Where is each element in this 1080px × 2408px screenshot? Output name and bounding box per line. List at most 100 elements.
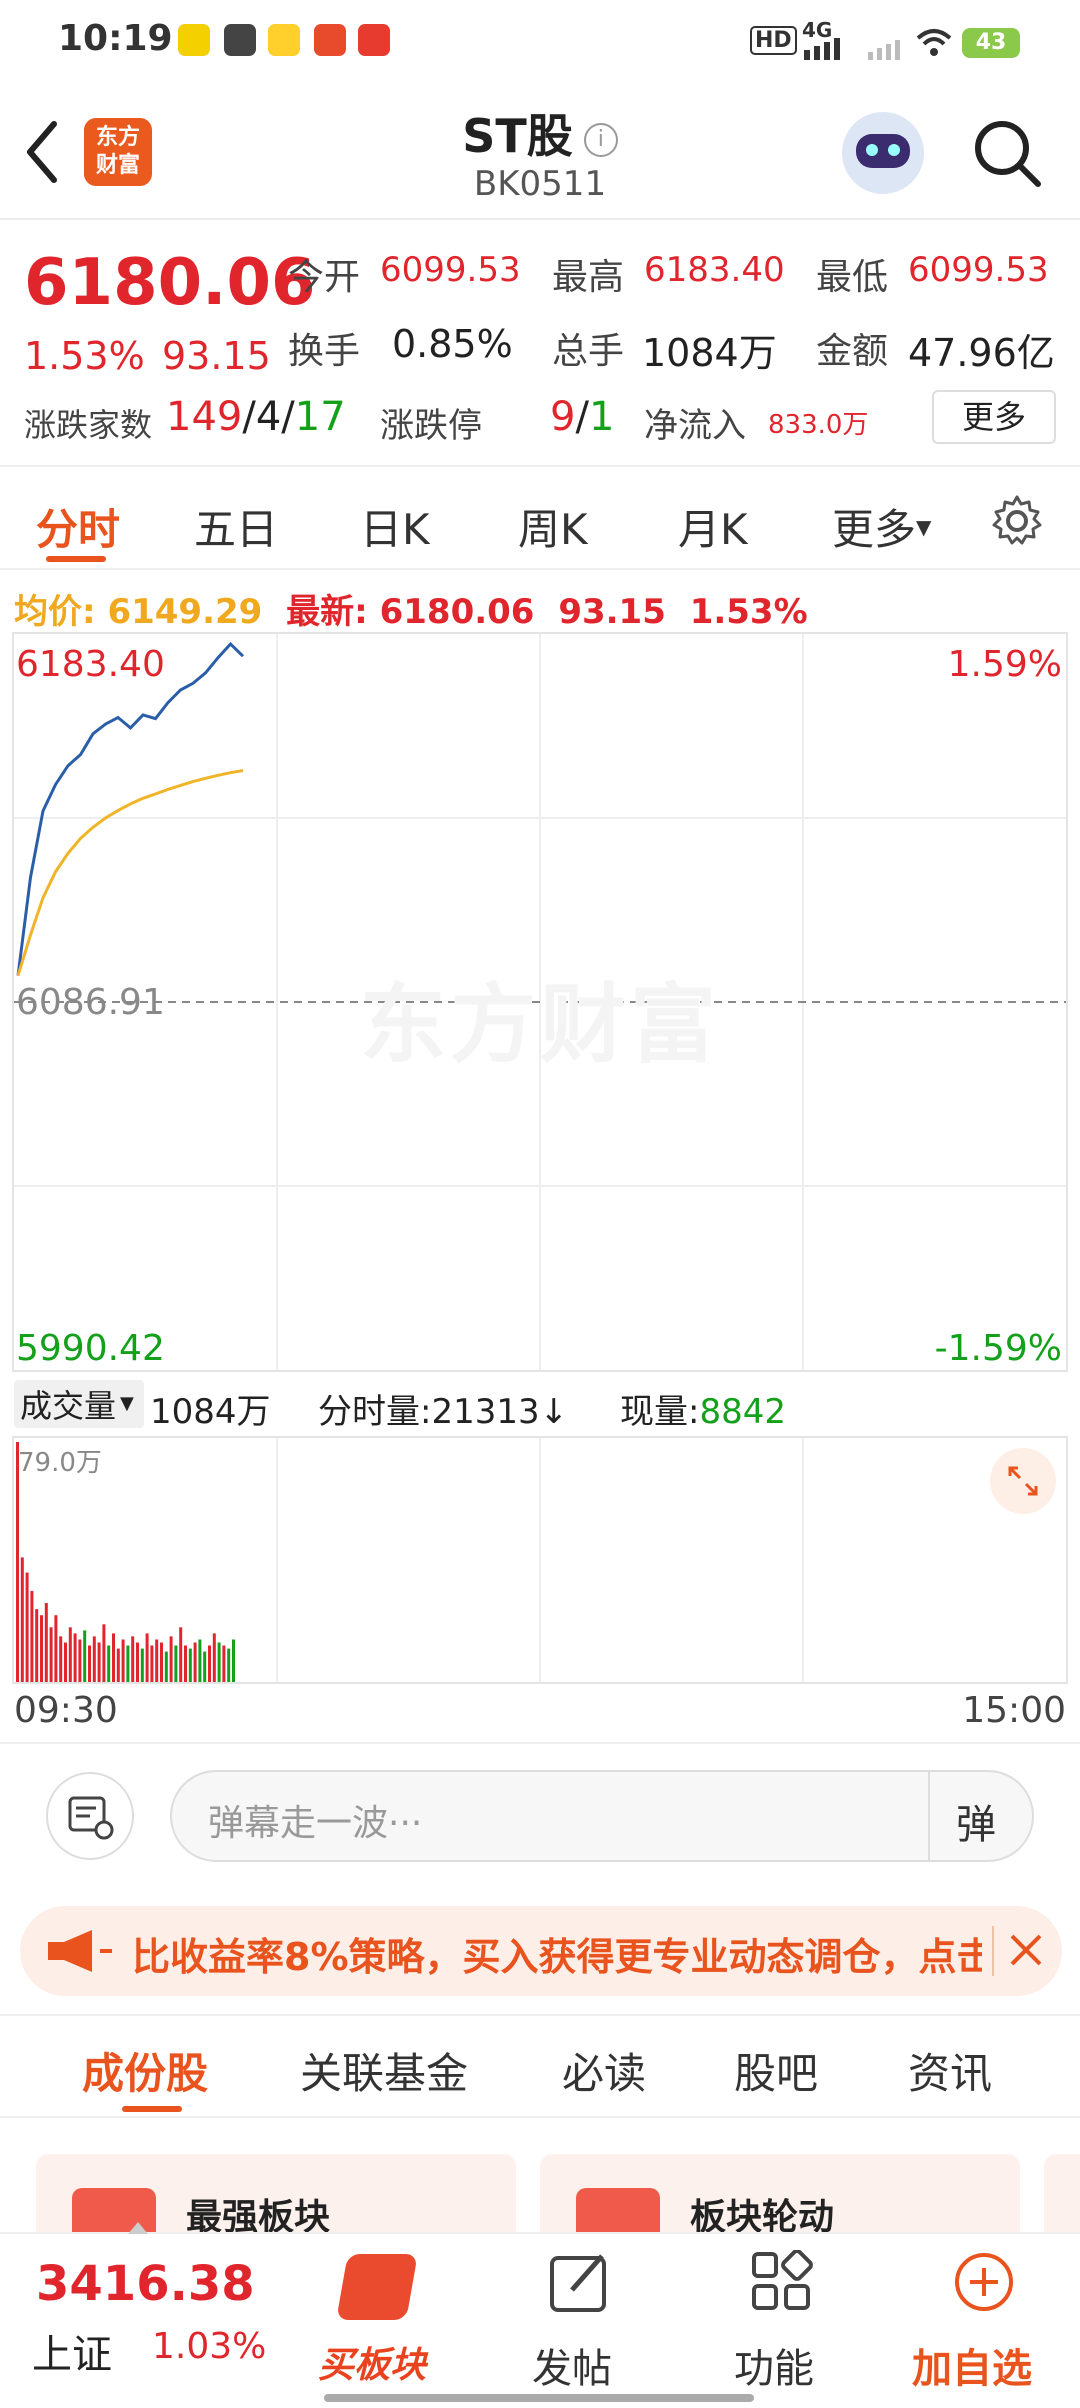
volume-bar [155, 1639, 159, 1682]
watermark: 东方财富 [360, 975, 720, 1075]
tab-news[interactable]: 资讯 [908, 2040, 992, 2101]
post-button[interactable]: 发帖 [530, 2244, 630, 2394]
app-icon [314, 24, 346, 56]
home-indicator [324, 2394, 754, 2402]
app-icon [358, 24, 390, 56]
divider [992, 1926, 994, 1976]
dropdown-icon: ▼ [916, 515, 932, 539]
latest-value: 6180.06 [379, 592, 535, 632]
tab-intraday[interactable]: 分时 [36, 496, 120, 557]
robot-assistant-icon[interactable] [842, 112, 924, 194]
breadth-sep: / [242, 394, 256, 440]
post-label: 发帖 [532, 2346, 612, 2392]
add-watchlist-label: 加自选 [912, 2346, 1032, 2392]
info-icon[interactable]: i [583, 123, 618, 157]
limit-down: 1 [588, 394, 615, 440]
volume-selector[interactable]: 成交量 ▼ [14, 1380, 144, 1428]
promo-banner[interactable]: 比收益率8%策略，买入获得更专业动态调仓，点击 [20, 1906, 1062, 1996]
tab-five-day[interactable]: 五日 [194, 496, 278, 557]
volume-bar [112, 1633, 115, 1682]
functions-label: 功能 [734, 2346, 814, 2392]
volume-bar [102, 1624, 106, 1682]
close-icon[interactable] [1006, 1930, 1046, 1970]
tab-more[interactable]: 更多▼ [832, 496, 931, 557]
volume-chart[interactable]: 79.0万 [12, 1436, 1068, 1684]
volume-bar [217, 1642, 221, 1682]
tab-related-funds[interactable]: 关联基金 [300, 2040, 468, 2101]
volume-bar [232, 1639, 235, 1682]
x-axis-end: 15:00 [962, 1690, 1066, 1731]
inflow-value: 833.0万 [768, 410, 869, 440]
current-volume-value: 8842 [699, 1392, 786, 1432]
settings-gear-icon[interactable] [990, 494, 1044, 548]
volume-total: 1084万 [150, 1392, 271, 1432]
volume-bar [44, 1603, 48, 1682]
volume-bar [59, 1636, 63, 1682]
tab-must-read[interactable]: 必读 [562, 2040, 646, 2101]
tab-day-k[interactable]: 日K [360, 496, 430, 557]
volume-bar [83, 1630, 87, 1682]
banner-text: 比收益率8%策略，买入获得更专业动态调仓，点击 [132, 1935, 982, 1979]
wifi-icon [916, 29, 952, 56]
tick-volume-label: 分时量: [318, 1392, 432, 1432]
volume-bar [160, 1642, 163, 1682]
signal-icon [804, 38, 840, 60]
plus-circle-icon [955, 2253, 1013, 2311]
buy-sector-button[interactable]: 买板块 [318, 2244, 436, 2394]
bottom-nav: 3416.38 上证 1.03% 买板块 发帖 功能 加自选 [0, 2222, 1080, 2408]
dropdown-icon: ▼ [120, 1393, 134, 1414]
divider [928, 1772, 930, 1860]
volume-bar [193, 1642, 197, 1682]
app-icon [224, 24, 256, 56]
index-name[interactable]: 上证 [32, 2322, 112, 2380]
signal-icon-2 [868, 40, 900, 60]
expand-button[interactable] [990, 1448, 1056, 1514]
breadth-sep: / [281, 394, 295, 440]
functions-button[interactable]: 功能 [730, 2244, 830, 2394]
limit-up: 9 [550, 394, 576, 440]
low-label: 最低 [816, 257, 889, 298]
up-arrow-icon [128, 2222, 148, 2234]
danmu-input[interactable]: 弹幕走一波··· 弹 [170, 1770, 1034, 1862]
volume-bar [49, 1627, 53, 1682]
current-volume-label: 现量: [620, 1392, 700, 1432]
index-pct[interactable]: 1.03% [152, 2326, 266, 2367]
volume-bar [92, 1636, 96, 1682]
volume-bar [179, 1627, 183, 1682]
tab-stock-forum[interactable]: 股吧 [734, 2040, 818, 2101]
turnover-label: 换手 [288, 331, 361, 372]
active-tab-indicator [46, 556, 106, 562]
volume-bar [88, 1645, 91, 1682]
volume-bar [78, 1639, 82, 1682]
volume-selector-label: 成交量 [20, 1387, 117, 1425]
intraday-chart[interactable]: 东方财富 6183.40 6086.91 5990.42 1.59% -1.59… [12, 632, 1068, 1372]
index-value[interactable]: 3416.38 [36, 2256, 255, 2312]
volume-bar [184, 1645, 187, 1682]
breadth-down: 17 [294, 394, 346, 440]
latest-pct: 1.53% [689, 592, 808, 632]
avg-label: 均价: [14, 592, 96, 632]
volume-value: 1084万 [642, 331, 777, 375]
volume-bar [20, 1557, 24, 1682]
tab-constituents[interactable]: 成份股 [82, 2040, 208, 2101]
tab-month-k[interactable]: 月K [678, 496, 748, 557]
status-time: 10:19 [58, 18, 173, 59]
comment-list-button[interactable] [46, 1772, 134, 1860]
volume-bar [30, 1590, 34, 1682]
volume-bar [188, 1648, 192, 1682]
tab-week-k[interactable]: 周K [518, 496, 588, 557]
avg-price-line [16, 769, 244, 977]
more-button[interactable]: 更多 [932, 390, 1056, 444]
tab-more-label: 更多 [832, 505, 917, 554]
buy-sector-icon [336, 2254, 418, 2320]
volume-bar [198, 1639, 202, 1682]
x-axis-start: 09:30 [14, 1690, 118, 1731]
tick-volume: 分时量:21313↓ [318, 1384, 568, 1433]
search-icon[interactable] [972, 118, 1044, 190]
volume-bar [212, 1633, 216, 1682]
volume-bar [64, 1642, 67, 1682]
add-watchlist-button[interactable]: 加自选 [908, 2244, 1048, 2394]
danmu-toggle-button[interactable]: 弹 [956, 1792, 996, 1850]
volume-bar [203, 1651, 207, 1682]
megaphone-icon [48, 1930, 112, 1972]
